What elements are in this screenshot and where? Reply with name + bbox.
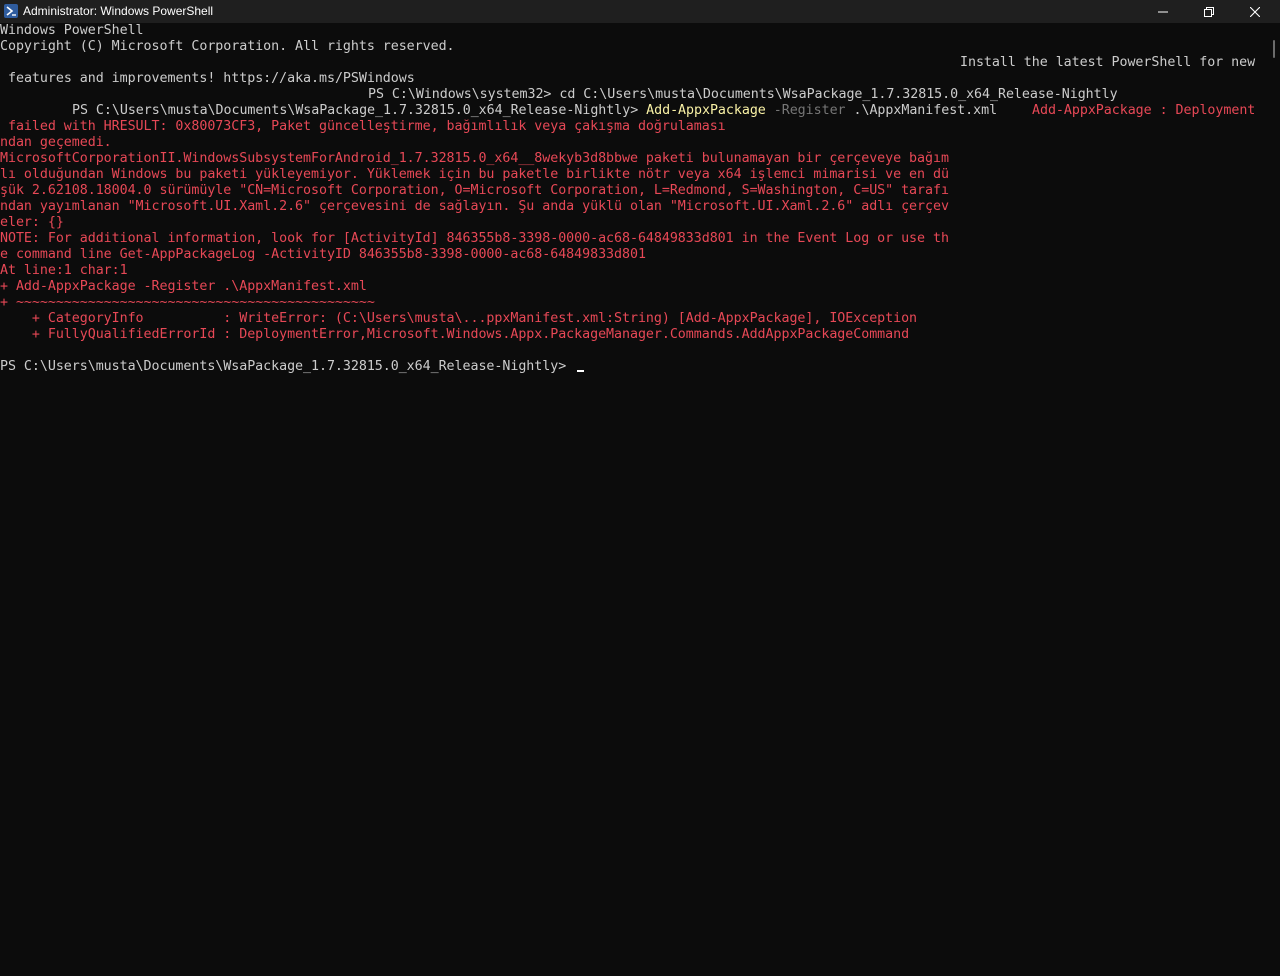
error-line: + CategoryInfo : WriteError: (C:\Users\m…: [0, 311, 918, 326]
error-line: failed with HRESULT: 0x80073CF3, Paket g…: [0, 119, 726, 134]
window-title: Administrator: Windows PowerShell: [23, 4, 214, 18]
console-line: Install the latest PowerShell for new: [960, 55, 1256, 70]
error-line: eler: {}: [0, 215, 64, 230]
scrollbar-thumb[interactable]: [1273, 40, 1275, 58]
console-line: Windows PowerShell: [0, 23, 144, 38]
current-prompt: PS C:\Users\musta\Documents\WsaPackage_1…: [0, 359, 575, 374]
close-icon: [1250, 6, 1260, 17]
error-line: e command line Get-AppPackageLog -Activi…: [0, 247, 646, 262]
console-line: Copyright (C) Microsoft Corporation. All…: [0, 39, 455, 54]
error-line: Add-AppxPackage : Deployment: [1032, 103, 1256, 118]
console-line: features and improvements! https://aka.m…: [8, 71, 415, 86]
error-line: + ~~~~~~~~~~~~~~~~~~~~~~~~~~~~~~~~~~~~~~…: [0, 295, 375, 310]
vertical-scrollbar[interactable]: [1268, 23, 1280, 976]
error-line: lı olduğundan Windows bu paketi yükleyem…: [0, 167, 949, 182]
command-name: Add-AppxPackage: [646, 103, 766, 118]
minimize-icon: [1158, 11, 1168, 12]
error-line: ndan geçemedi.: [0, 135, 112, 150]
command-argument: .\AppxManifest.xml: [845, 103, 998, 118]
maximize-button[interactable]: [1186, 0, 1232, 23]
maximize-icon: [1204, 6, 1214, 17]
error-line: şük 2.62108.18004.0 sürümüyle "CN=Micros…: [0, 183, 949, 198]
command-parameter: -Register: [765, 103, 846, 118]
error-line: At line:1 char:1: [0, 263, 128, 278]
text-cursor: [577, 370, 584, 372]
powershell-icon[interactable]: [4, 4, 18, 18]
prompt-text: PS C:\Users\musta\Documents\WsaPackage_1…: [72, 103, 647, 118]
error-line: + FullyQualifiedErrorId : DeploymentErro…: [0, 327, 910, 342]
close-button[interactable]: [1232, 0, 1278, 23]
console-line: PS C:\Windows\system32> cd C:\Users\must…: [368, 87, 1118, 102]
console-output[interactable]: Windows PowerShell Copyright (C) Microso…: [0, 23, 1268, 976]
command-line: PS C:\Users\musta\Documents\WsaPackage_1…: [72, 103, 997, 119]
error-line: NOTE: For additional information, look f…: [0, 231, 949, 246]
error-line: MicrosoftCorporationII.WindowsSubsystemF…: [0, 151, 949, 166]
error-line: + Add-AppxPackage -Register .\AppxManife…: [0, 279, 367, 294]
title-bar[interactable]: Administrator: Windows PowerShell: [0, 0, 1280, 23]
minimize-button[interactable]: [1140, 0, 1186, 23]
error-line: ndan yayımlanan "Microsoft.UI.Xaml.2.6" …: [0, 199, 949, 214]
